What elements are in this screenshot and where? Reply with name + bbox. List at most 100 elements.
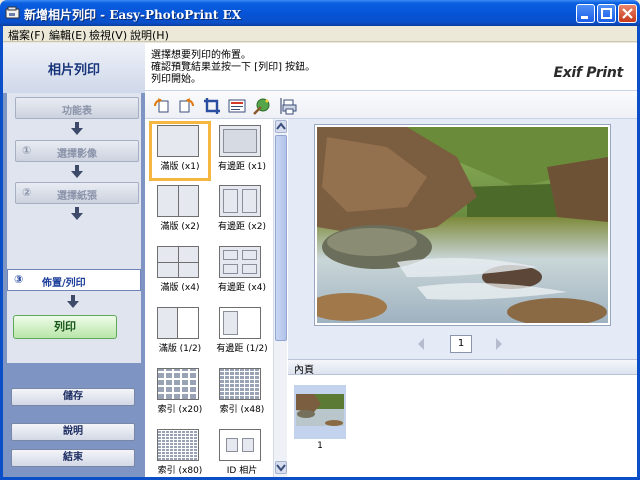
close-button[interactable] (618, 4, 637, 23)
layout-thumbnail (219, 307, 261, 339)
crop-icon[interactable] (203, 97, 221, 115)
page-thumbnail-number: 1 (317, 441, 323, 451)
layout-thumbnail (219, 246, 261, 278)
chevron-down-icon (276, 464, 286, 472)
layout-label: 有邊距 (x4) (218, 283, 266, 293)
exit-button[interactable]: 結束 (11, 449, 135, 467)
step-label: 選擇影像 (57, 149, 97, 160)
arrow-down-icon (67, 295, 79, 308)
close-icon (622, 8, 633, 19)
panel-title: 相片列印 (3, 43, 145, 93)
layout-thumbnail (219, 125, 261, 157)
layout-borderless-x2[interactable]: 滿版 (x2) (149, 181, 211, 241)
step-label: 功能表 (62, 106, 92, 117)
menu-bar: 檔案(F) 編輯(E) 檢視(V) 說明(H) (0, 26, 640, 42)
layout-id-photo[interactable]: ID 相片 (211, 425, 273, 477)
preview-page[interactable] (314, 124, 611, 326)
preview-pane: 1 (288, 119, 637, 359)
instructions: 選擇想要列印的佈置。 確認預覽結果並按一下 [列印] 按鈕。 列印開始。 Exi… (145, 43, 637, 91)
app-icon (5, 6, 20, 19)
layout-label: ID 相片 (226, 466, 258, 476)
text-icon[interactable] (228, 97, 246, 115)
previous-page-icon[interactable] (416, 337, 426, 351)
layout-thumbnail (219, 368, 261, 400)
save-button[interactable]: 儲存 (11, 388, 135, 406)
layout-thumbnail (157, 368, 199, 400)
page-thumbnail-image (296, 394, 344, 426)
step-label: 選擇紙張 (57, 191, 97, 202)
minimize-button[interactable] (576, 4, 595, 23)
print-settings-icon[interactable] (279, 97, 297, 115)
rotate-right-icon[interactable] (177, 97, 195, 115)
minimize-icon (581, 16, 588, 19)
layout-thumbnail (219, 185, 261, 217)
title-bar[interactable]: 新增相片列印 - Easy-PhotoPrint EX (0, 0, 640, 26)
layout-label: 滿版 (1/2) (158, 344, 202, 354)
layout-thumbnail (157, 125, 199, 157)
step-layout-print-tab[interactable]: ③ 佈置/列印 (7, 269, 141, 291)
preview-photo (317, 127, 608, 323)
instruction-line: 列印開始。 (151, 74, 201, 85)
pager: 1 (288, 331, 637, 355)
menu-view[interactable]: 檢視(V) (89, 27, 127, 43)
layout-scrollbar[interactable] (273, 119, 287, 477)
steps-area: 功能表 ① 選擇影像 ② 選擇紙張 (7, 93, 141, 269)
main-area: 選擇想要列印的佈置。 確認預覽結果並按一下 [列印] 按鈕。 列印開始。 Exi… (145, 43, 637, 477)
pages-header-label: 內頁 (294, 365, 314, 376)
layout-bordered-x1[interactable]: 有邊距 (x1) (211, 121, 273, 181)
scroll-down-button[interactable] (275, 461, 287, 474)
layout-label: 滿版 (x2) (160, 222, 200, 232)
step-select-paper-button[interactable]: ② 選擇紙張 (15, 182, 139, 204)
step-label: 佈置/列印 (42, 278, 86, 289)
step-menu-button[interactable]: 功能表 (15, 97, 139, 119)
scroll-up-button[interactable] (275, 120, 287, 133)
layout-bordered-half[interactable]: 有邊距 (1/2) (211, 303, 273, 363)
pages-header: 內頁 (288, 359, 637, 376)
layout-bordered-x4[interactable]: 有邊距 (x4) (211, 242, 273, 302)
layout-label: 有邊距 (x2) (218, 222, 266, 232)
window-title: 新增相片列印 - Easy-PhotoPrint EX (24, 8, 242, 22)
pages-strip: 1 (288, 375, 637, 477)
layout-label: 滿版 (x4) (160, 283, 200, 293)
layout-borderless-x1[interactable]: 滿版 (x1) (149, 121, 211, 181)
exif-print-logo: Exif Print (553, 65, 623, 81)
print-area: 列印 (7, 291, 141, 363)
maximize-icon (601, 8, 612, 19)
layout-borderless-x4[interactable]: 滿版 (x4) (149, 242, 211, 302)
layout-bordered-x2[interactable]: 有邊距 (x2) (211, 181, 273, 241)
layout-label: 索引 (x48) (219, 405, 265, 415)
left-panel: 相片列印 功能表 ① 選擇影像 ② 選擇紙張 ③ 佈置/列印 列印 儲存 說明 … (3, 43, 145, 477)
menu-help[interactable]: 說明(H) (130, 27, 169, 43)
layout-label: 滿版 (x1) (160, 162, 200, 172)
layout-thumbnail (219, 429, 261, 461)
arrow-down-icon (71, 165, 83, 178)
menu-edit[interactable]: 編輯(E) (49, 27, 87, 43)
layout-index-x48[interactable]: 索引 (x48) (211, 364, 273, 424)
layout-label: 有邊距 (x1) (218, 162, 266, 172)
step-number: ③ (14, 273, 24, 286)
rotate-left-icon[interactable] (153, 97, 171, 115)
scroll-thumb[interactable] (275, 135, 287, 341)
maximize-button[interactable] (597, 4, 616, 23)
layout-label: 索引 (x80) (157, 466, 203, 476)
page-thumbnail[interactable] (294, 385, 346, 439)
next-page-icon[interactable] (494, 337, 504, 351)
layout-label: 索引 (x20) (157, 405, 203, 415)
print-button[interactable]: 列印 (13, 315, 117, 339)
arrow-down-icon (71, 122, 83, 135)
chevron-up-icon (276, 122, 286, 130)
layout-index-x80[interactable]: 索引 (x80) (149, 425, 211, 477)
effects-icon[interactable] (253, 97, 271, 115)
step-select-image-button[interactable]: ① 選擇影像 (15, 140, 139, 162)
layout-borderless-half[interactable]: 滿版 (1/2) (149, 303, 211, 363)
layout-thumbnail (157, 246, 199, 278)
arrow-down-icon (71, 207, 83, 220)
layout-thumbnail (157, 429, 199, 461)
menu-file[interactable]: 檔案(F) (8, 27, 45, 43)
help-button[interactable]: 說明 (11, 423, 135, 441)
layout-list: 滿版 (x1) 有邊距 (x1) 滿版 (x2) 有邊距 (x2) 滿版 (x4… (145, 119, 285, 477)
layout-index-x20[interactable]: 索引 (x20) (149, 364, 211, 424)
page-number[interactable]: 1 (450, 335, 472, 353)
layout-thumbnail (157, 307, 199, 339)
layout-thumbnail (157, 185, 199, 217)
